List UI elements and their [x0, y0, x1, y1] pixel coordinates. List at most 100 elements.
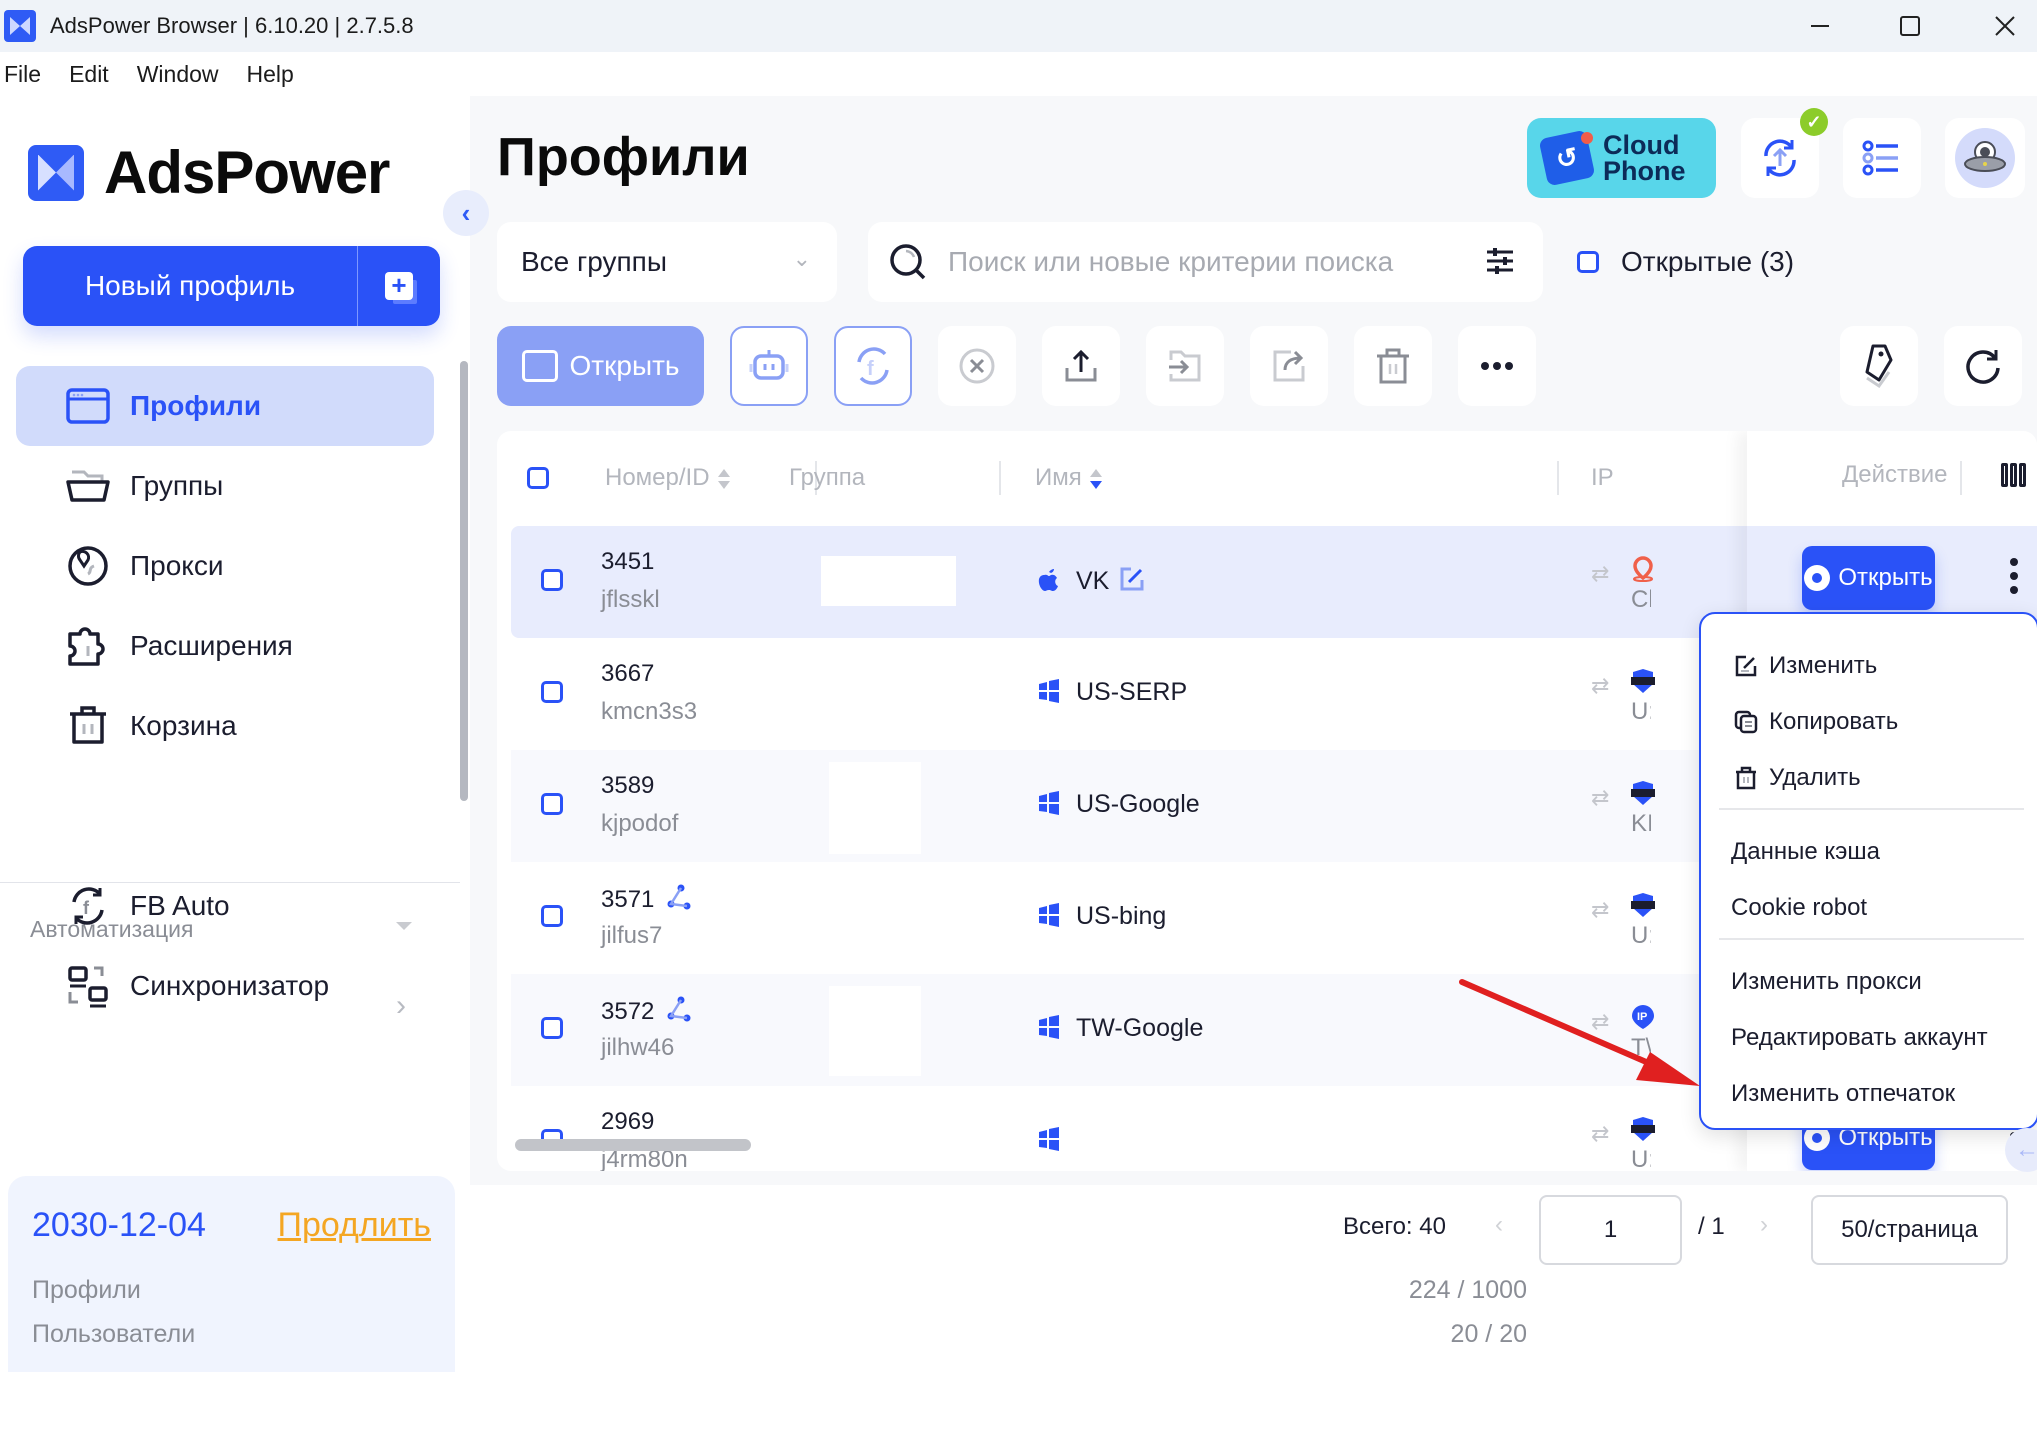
checkbox[interactable]: [1577, 251, 1599, 273]
filter-sliders-icon[interactable]: [1483, 244, 1517, 283]
prev-page-button[interactable]: ‹: [1495, 1211, 1503, 1239]
sidebar-scrollbar[interactable]: [460, 361, 468, 801]
svg-text:IP: IP: [1637, 1011, 1647, 1023]
swap-icon[interactable]: ⇄: [1591, 785, 1609, 811]
avatar: [1955, 128, 2015, 188]
select-all-checkbox[interactable]: [527, 467, 549, 489]
puzzle-icon: [66, 627, 110, 666]
minimize-button[interactable]: [1790, 0, 1850, 52]
sidebar-item-extensions[interactable]: Расширения: [16, 606, 434, 686]
swap-icon[interactable]: ⇄: [1591, 1009, 1609, 1035]
batch-open-button[interactable]: Открыть: [497, 326, 704, 406]
close-window-button[interactable]: [1975, 0, 2035, 52]
sidebar-item-groups[interactable]: Группы: [16, 446, 434, 526]
new-profile-button[interactable]: Новый профиль: [23, 246, 358, 326]
maximize-button[interactable]: [1880, 0, 1940, 52]
swap-icon[interactable]: ⇄: [1591, 1121, 1609, 1147]
row-checkbox[interactable]: [541, 905, 563, 927]
menu-help[interactable]: Help: [247, 61, 294, 88]
add-square-icon: +: [385, 272, 413, 300]
menu-item-change-proxy[interactable]: Изменить прокси: [1731, 968, 1922, 996]
rpa-robot-button[interactable]: [730, 326, 808, 406]
profile-id: jflsskl: [601, 586, 660, 613]
open-profile-button[interactable]: Открыть: [1802, 546, 1935, 610]
proxy-text: KI: [1631, 810, 1651, 837]
transfer-button[interactable]: [1250, 326, 1328, 406]
user-avatar-button[interactable]: [1945, 118, 2025, 198]
swap-icon[interactable]: ⇄: [1591, 673, 1609, 699]
windows-icon: [1036, 1014, 1062, 1040]
column-settings-icon[interactable]: [2001, 463, 2026, 487]
menu-window[interactable]: Window: [137, 61, 219, 88]
swap-icon[interactable]: ⇄: [1591, 897, 1609, 923]
page-size-select[interactable]: 50/страница: [1811, 1195, 2008, 1265]
row-more-button[interactable]: [2010, 558, 2018, 594]
swap-icon[interactable]: ⇄: [1591, 561, 1609, 587]
fb-auto-button[interactable]: f: [834, 326, 912, 406]
menu-file[interactable]: File: [4, 61, 41, 88]
column-header-ip: IP: [1591, 464, 1614, 491]
total-count: Всего: 40: [1343, 1213, 1446, 1240]
row-checkbox[interactable]: [541, 569, 563, 591]
collapse-sidebar-button[interactable]: ‹: [443, 190, 489, 236]
row-checkbox[interactable]: [541, 1017, 563, 1039]
column-header-group-label: Группа: [789, 464, 866, 491]
proxy-text: Cl: [1631, 586, 1651, 613]
sidebar-item-synchronizer[interactable]: Синхронизатор: [66, 956, 329, 1016]
opened-filter-checkbox[interactable]: Открытые (3): [1577, 246, 1794, 278]
page-number-input[interactable]: [1539, 1195, 1682, 1265]
search-input[interactable]: [948, 246, 1468, 278]
menu-item-change-fingerprint[interactable]: Изменить отпечаток: [1731, 1080, 1955, 1108]
sidebar-item-label: Синхронизатор: [130, 970, 330, 1001]
renew-link[interactable]: Продлить: [278, 1206, 431, 1245]
next-page-button[interactable]: ›: [1760, 1211, 1768, 1239]
sidebar-item-label: Группы: [130, 470, 224, 501]
export-button[interactable]: [1042, 326, 1120, 406]
profile-id: kjpodof: [601, 810, 679, 837]
edit-name-icon[interactable]: [1119, 566, 1145, 599]
sort-icon[interactable]: [717, 468, 730, 489]
column-header-name[interactable]: Имя: [1035, 464, 1102, 492]
menu-item-delete[interactable]: Удалить: [1733, 764, 1861, 792]
column-header-id[interactable]: Номер/ID: [605, 464, 730, 492]
sidebar-item-fb-auto[interactable]: f FB Auto: [66, 876, 230, 936]
sidebar-item-profiles[interactable]: Профили: [16, 366, 434, 446]
close-browsers-button[interactable]: [938, 326, 1016, 406]
menu-item-edit-account[interactable]: Редактировать аккаунт: [1731, 1024, 1988, 1052]
sidebar-item-trash[interactable]: Корзина: [16, 686, 434, 766]
chrome-icon: [1804, 565, 1831, 591]
profile-number: 3451: [601, 548, 655, 575]
windows-icon: [1036, 1126, 1062, 1152]
row-checkbox[interactable]: [541, 681, 563, 703]
menu-item-cache-data[interactable]: Данные кэша: [1731, 838, 1880, 866]
move-to-group-button[interactable]: [1146, 326, 1224, 406]
refresh-button[interactable]: [1944, 326, 2022, 406]
sidebar-item-label: Корзина: [130, 710, 237, 741]
row-checkbox[interactable]: [541, 793, 563, 815]
column-header-action: Действие: [1842, 461, 1948, 488]
cloud-phone-banner[interactable]: ↺ Cloud Phone: [1527, 118, 1716, 198]
new-profile-button-group: Новый профиль +: [23, 246, 440, 326]
task-list-button[interactable]: [1843, 118, 1921, 198]
more-actions-button[interactable]: [1458, 326, 1536, 406]
sidebar-item-proxies[interactable]: Прокси: [16, 526, 434, 606]
shared-profile-icon: [666, 996, 692, 1029]
menu-item-cookie-robot[interactable]: Cookie robot: [1731, 894, 1867, 922]
menu-edit[interactable]: Edit: [69, 61, 109, 88]
group-select[interactable]: Все группы ⌄: [497, 222, 837, 302]
horizontal-scrollbar[interactable]: [515, 1139, 751, 1151]
menu-item-edit[interactable]: Изменить: [1733, 652, 1877, 680]
profile-number: 3571: [601, 884, 692, 917]
sort-desc-icon[interactable]: [1089, 468, 1102, 489]
menu-bar: File Edit Window Help: [0, 52, 2037, 96]
list-icon: [1862, 140, 1898, 176]
sidebar-item-label: FB Auto: [130, 890, 230, 921]
menu-item-copy[interactable]: Копировать: [1733, 708, 1898, 736]
windows-icon: [1036, 790, 1062, 816]
move-to-group-icon: [1169, 350, 1201, 382]
batch-create-button[interactable]: +: [358, 246, 440, 326]
window-title: AdsPower Browser | 6.10.20 | 2.7.5.8: [50, 13, 414, 38]
caret-down-icon[interactable]: [396, 922, 412, 930]
tags-button[interactable]: [1840, 326, 1918, 406]
delete-button[interactable]: [1354, 326, 1432, 406]
